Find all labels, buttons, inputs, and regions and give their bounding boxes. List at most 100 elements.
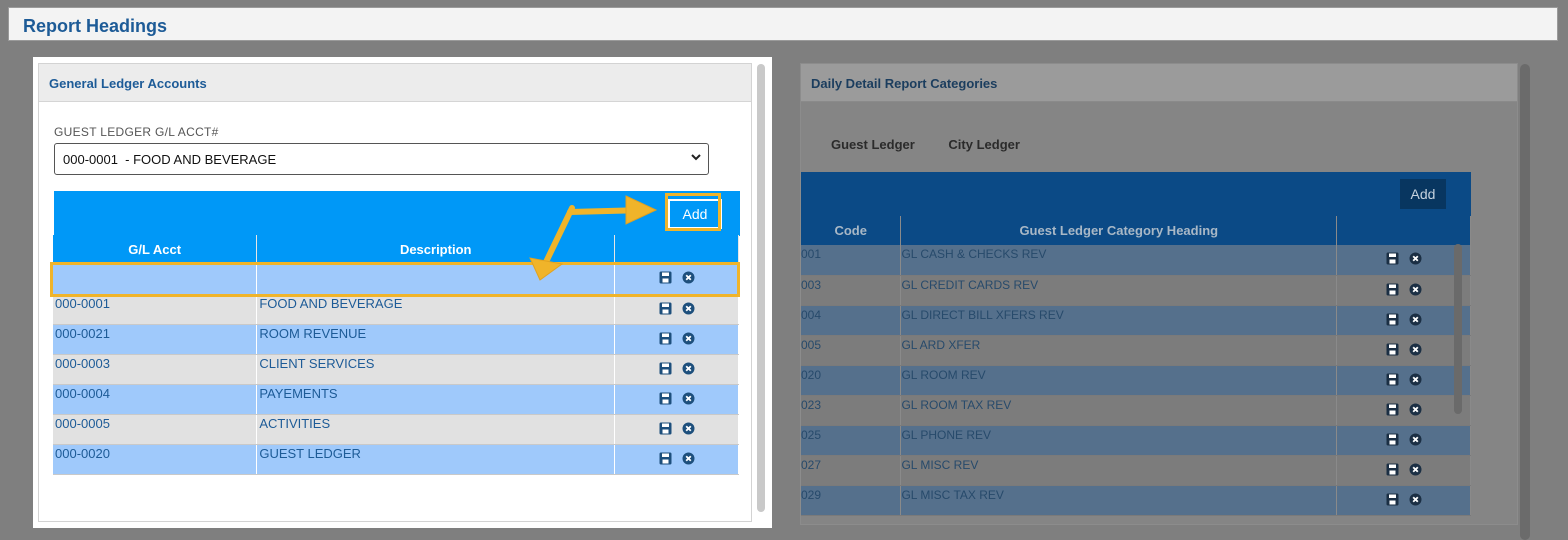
row-actions (614, 354, 739, 385)
gl-acct-cell: 000-0003 (53, 354, 258, 385)
page-title: Report Headings (23, 16, 168, 36)
row-actions (1336, 365, 1471, 396)
code-cell: 027 (801, 455, 902, 486)
delete-icon[interactable] (682, 392, 695, 405)
gl-acct-select[interactable]: 000-0001 - FOOD AND BEVERAGE (54, 143, 709, 175)
page-header: Report Headings (8, 7, 1558, 41)
delete-icon[interactable] (1409, 343, 1422, 356)
gl-acct-cell: 000-0004 (53, 384, 258, 415)
row-actions (614, 384, 739, 415)
table-row[interactable]: 001 GL CASH & CHECKS REV (801, 245, 1471, 276)
heading-cell: GL CREDIT CARDS REV (900, 275, 1338, 306)
table-row[interactable]: 027 GL MISC REV (801, 455, 1471, 486)
save-icon[interactable] (659, 302, 672, 315)
category-table-scrollbar[interactable] (1454, 244, 1462, 414)
row-actions (1336, 245, 1471, 276)
row-actions (614, 414, 739, 445)
tab-city-ledger[interactable]: City Ledger (948, 137, 1020, 152)
right-panel-scrollbar[interactable] (1520, 64, 1530, 540)
table-row[interactable]: 029 GL MISC TAX REV (801, 485, 1471, 516)
code-cell: 023 (801, 395, 902, 426)
table-row[interactable]: 023 GL ROOM TAX REV (801, 395, 1471, 426)
table-row[interactable]: 000-0001 FOOD AND BEVERAGE (53, 294, 739, 325)
save-icon[interactable] (1386, 463, 1399, 476)
table-row[interactable]: 000-0021 ROOM REVENUE (53, 324, 739, 355)
save-icon[interactable] (1386, 283, 1399, 296)
column-header-heading: Guest Ledger Category Heading (900, 216, 1338, 245)
code-cell: 025 (801, 425, 902, 456)
delete-icon[interactable] (1409, 463, 1422, 476)
save-icon[interactable] (1386, 403, 1399, 416)
delete-icon[interactable] (682, 422, 695, 435)
delete-icon[interactable] (682, 332, 695, 345)
table-row[interactable]: 025 GL PHONE REV (801, 425, 1471, 456)
delete-icon[interactable] (1409, 252, 1422, 265)
column-header-gl-acct: G/L Acct (53, 235, 258, 264)
table-row[interactable]: 000-0003 CLIENT SERVICES (53, 354, 739, 385)
new-row-highlight (50, 262, 740, 297)
delete-icon[interactable] (1409, 403, 1422, 416)
ledger-tabs: Guest Ledger City Ledger (831, 137, 1050, 152)
description-cell: PAYEMENTS (256, 384, 616, 415)
gl-toolbar: Add (54, 191, 740, 236)
delete-icon[interactable] (682, 362, 695, 375)
code-cell: 029 (801, 485, 902, 516)
table-row[interactable]: 003 GL CREDIT CARDS REV (801, 275, 1471, 306)
table-row[interactable]: 000-0020 GUEST LEDGER (53, 444, 739, 475)
save-icon[interactable] (659, 362, 672, 375)
table-row[interactable]: 000-0005 ACTIVITIES (53, 414, 739, 445)
chevron-down-icon (690, 151, 702, 166)
heading-cell: GL ROOM TAX REV (900, 395, 1338, 426)
description-cell: ROOM REVENUE (256, 324, 616, 355)
save-icon[interactable] (1386, 373, 1399, 386)
row-actions (1336, 425, 1471, 456)
save-icon[interactable] (1386, 493, 1399, 506)
left-panel-scrollbar[interactable] (757, 64, 765, 512)
save-icon[interactable] (1386, 433, 1399, 446)
delete-icon[interactable] (682, 452, 695, 465)
save-icon[interactable] (1386, 313, 1399, 326)
save-icon[interactable] (659, 422, 672, 435)
heading-cell: GL MISC TAX REV (900, 485, 1338, 516)
gl-acct-cell: 000-0020 (53, 444, 258, 475)
column-header-actions (1336, 216, 1471, 245)
delete-icon[interactable] (1409, 373, 1422, 386)
code-cell: 003 (801, 275, 902, 306)
heading-cell: GL PHONE REV (900, 425, 1338, 456)
table-row[interactable]: 004 GL DIRECT BILL XFERS REV (801, 305, 1471, 336)
row-actions (614, 444, 739, 475)
general-ledger-panel-title: General Ledger Accounts (39, 64, 751, 102)
daily-detail-panel-title: Daily Detail Report Categories (801, 64, 1517, 102)
delete-icon[interactable] (1409, 313, 1422, 326)
add-button-highlight (665, 193, 721, 231)
delete-icon[interactable] (1409, 493, 1422, 506)
description-cell: FOOD AND BEVERAGE (256, 294, 616, 325)
add-category-button[interactable]: Add (1400, 179, 1446, 209)
gl-acct-cell: 000-0005 (53, 414, 258, 445)
save-icon[interactable] (659, 452, 672, 465)
category-table: Code Guest Ledger Category Heading 001 GL… (801, 216, 1471, 516)
heading-cell: GL DIRECT BILL XFERS REV (900, 305, 1338, 336)
daily-detail-panel: Daily Detail Report Categories Guest Led… (800, 63, 1518, 525)
gl-acct-cell: 000-0001 (53, 294, 258, 325)
save-icon[interactable] (1386, 343, 1399, 356)
row-actions (614, 294, 739, 325)
delete-icon[interactable] (682, 302, 695, 315)
code-cell: 020 (801, 365, 902, 396)
row-actions (1336, 485, 1471, 516)
row-actions (1336, 335, 1471, 366)
row-actions (1336, 275, 1471, 306)
table-row[interactable]: 000-0004 PAYEMENTS (53, 384, 739, 415)
save-icon[interactable] (659, 332, 672, 345)
gl-acct-select-label: GUEST LEDGER G/L ACCT# (54, 125, 219, 139)
table-row[interactable]: 020 GL ROOM REV (801, 365, 1471, 396)
save-icon[interactable] (659, 392, 672, 405)
save-icon[interactable] (1386, 252, 1399, 265)
table-row[interactable]: 005 GL ARD XFER (801, 335, 1471, 366)
tab-guest-ledger[interactable]: Guest Ledger (831, 137, 915, 152)
delete-icon[interactable] (1409, 283, 1422, 296)
delete-icon[interactable] (1409, 433, 1422, 446)
category-toolbar: Add (801, 172, 1471, 216)
gl-acct-cell: 000-0021 (53, 324, 258, 355)
description-cell: CLIENT SERVICES (256, 354, 616, 385)
